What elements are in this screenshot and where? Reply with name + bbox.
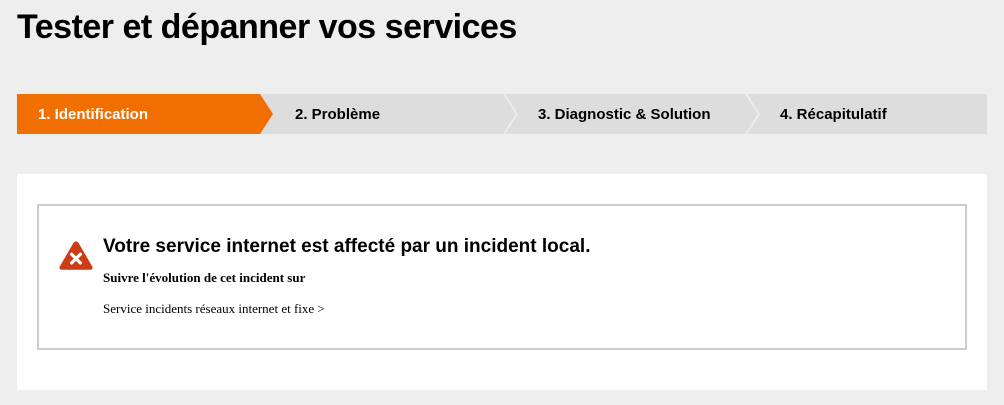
error-warning-triangle-icon: [59, 241, 93, 270]
incident-alert: Votre service internet est affecté par u…: [37, 204, 967, 350]
progress-stepper: 1. Identification 2. Problème 3. Diagnos…: [17, 94, 987, 134]
page-title: Tester et dépanner vos services: [17, 8, 517, 46]
step-label: 4. Récapitulatif: [780, 105, 887, 123]
step-recapitulatif[interactable]: 4. Récapitulatif: [745, 94, 987, 134]
incident-service-link[interactable]: Service incidents réseaux internet et fi…: [103, 301, 325, 317]
step-identification: 1. Identification: [17, 94, 273, 134]
alert-subtitle: Suivre l'évolution de cet incident sur: [103, 270, 306, 285]
step-label: 3. Diagnostic & Solution: [538, 105, 711, 123]
step-label: 1. Identification: [38, 105, 149, 123]
step-probleme[interactable]: 2. Problème: [260, 94, 503, 134]
alert-title: Votre service internet est affecté par u…: [103, 236, 591, 257]
content-card: Votre service internet est affecté par u…: [17, 174, 987, 390]
step-diagnostic-solution[interactable]: 3. Diagnostic & Solution: [503, 94, 745, 134]
step-label: 2. Problème: [295, 105, 381, 123]
